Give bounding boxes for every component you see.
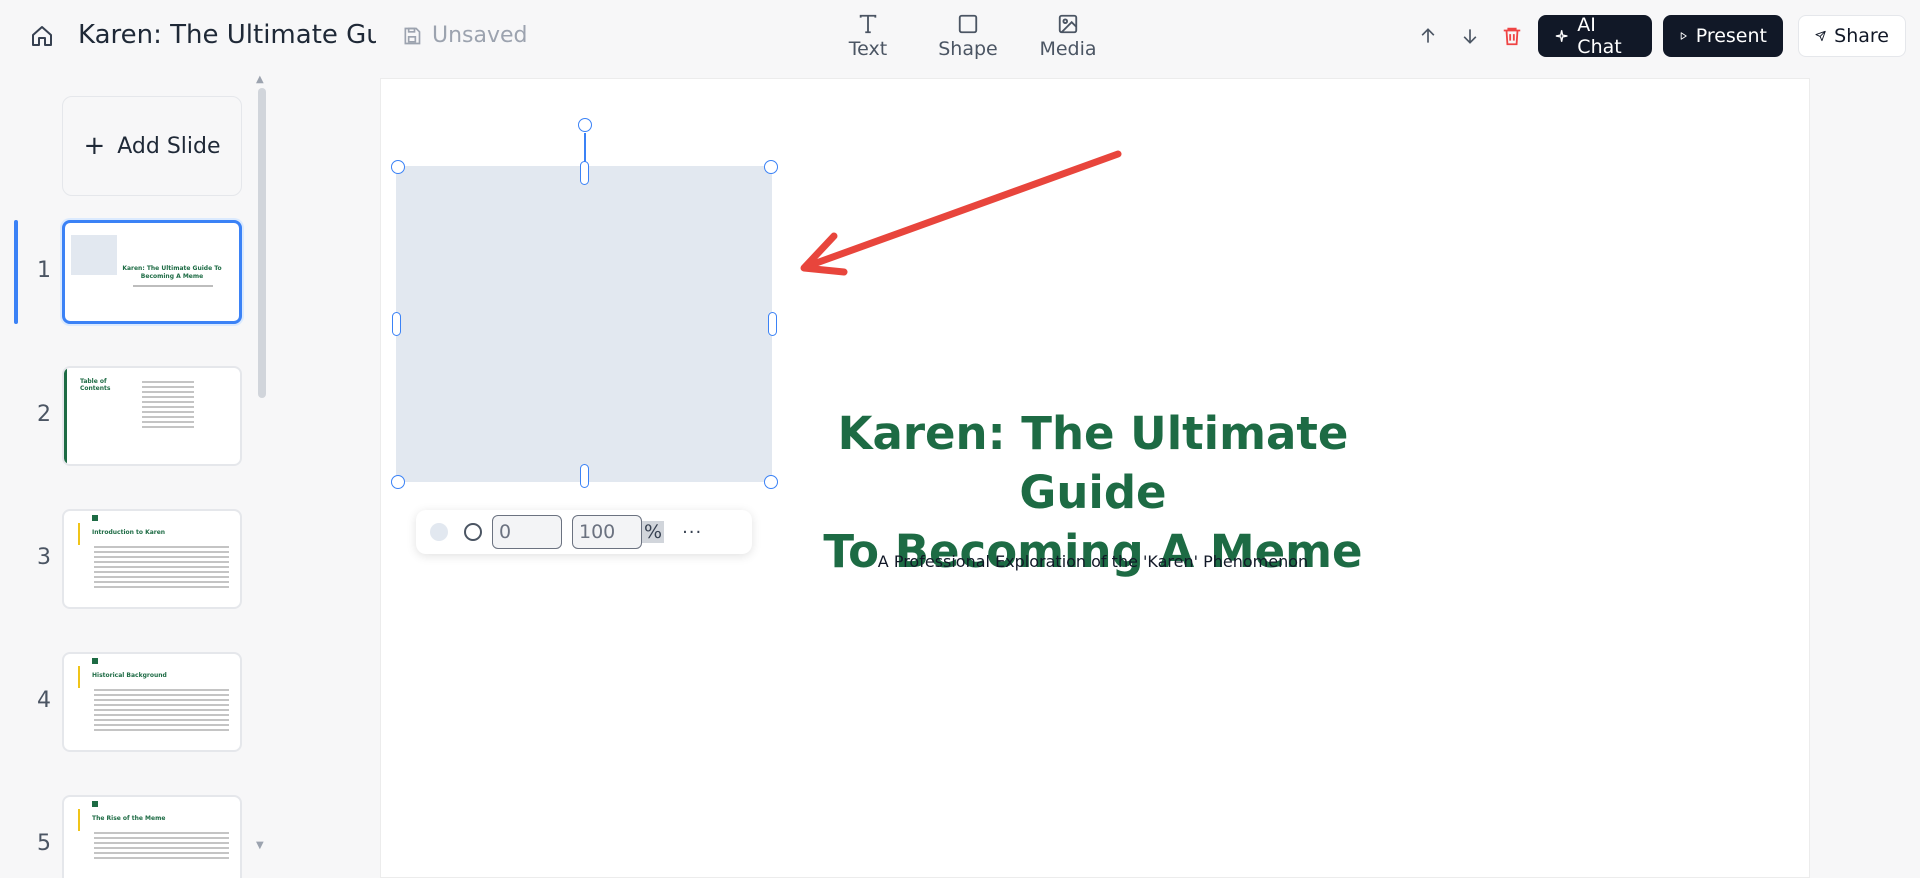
move-up-icon[interactable]	[1408, 16, 1448, 56]
slide-thumbnail-3[interactable]: Introduction to Karen	[62, 509, 242, 609]
selected-rectangle-shape[interactable]	[396, 166, 772, 482]
text-tool-button[interactable]: Text	[818, 10, 918, 66]
thumb-badge	[92, 515, 98, 521]
thumb-subtitle-line	[133, 285, 213, 287]
slide-sidebar: + Add Slide ▼ ▲ 1 Karen: The Ultimate Gu…	[0, 72, 270, 878]
plus-icon: +	[83, 131, 106, 161]
thumb-title: Karen: The Ultimate Guide To Becoming A …	[122, 265, 222, 280]
home-icon[interactable]	[28, 22, 56, 50]
thumb-accent	[78, 809, 80, 831]
scroll-down-icon[interactable]: ▼	[256, 840, 264, 851]
square-icon	[958, 14, 978, 34]
delete-icon[interactable]	[1492, 16, 1532, 56]
active-slide-indicator	[14, 220, 18, 324]
thumb-accent-bar	[64, 368, 67, 464]
thumb-body-lines	[94, 686, 229, 731]
slide-number: 1	[37, 258, 51, 283]
send-icon	[1815, 30, 1826, 42]
resize-handle-bottom-right[interactable]	[764, 475, 778, 489]
sidebar-scrollbar[interactable]	[258, 88, 266, 398]
slide-thumbnail-2[interactable]: Table of Contents	[62, 366, 242, 466]
ai-chat-button[interactable]: AI Chat	[1538, 14, 1652, 58]
add-slide-button[interactable]: + Add Slide	[62, 96, 242, 196]
play-icon	[1680, 32, 1687, 40]
thumb-accent	[78, 523, 80, 545]
shape-tool-button[interactable]: Shape	[918, 10, 1018, 66]
resize-handle-bottom[interactable]	[580, 464, 589, 488]
thumb-title: The Rise of the Meme	[92, 815, 166, 822]
annotation-arrow	[800, 150, 1122, 276]
more-options-icon[interactable]: ···	[682, 522, 702, 543]
add-slide-label: Add Slide	[117, 133, 221, 159]
top-bar: Karen: The Ultimate Guide T Unsaved Text…	[0, 0, 1920, 72]
border-color-button[interactable]	[464, 523, 482, 541]
resize-handle-top-left[interactable]	[391, 160, 405, 174]
resize-handle-bottom-left[interactable]	[391, 475, 405, 489]
thumb-body-lines	[94, 829, 229, 859]
scroll-up-icon[interactable]: ▲	[256, 74, 264, 85]
move-down-icon[interactable]	[1450, 16, 1490, 56]
thumb-accent	[78, 666, 80, 688]
insert-toolbar: Text Shape Media	[818, 10, 1118, 66]
opacity-unit: %	[642, 521, 665, 543]
thumb-title: Historical Background	[92, 672, 167, 679]
text-icon	[859, 14, 877, 34]
slide-title-line-1: Karen: The Ultimate Guide	[837, 407, 1349, 519]
resize-handle-top-right[interactable]	[764, 160, 778, 174]
slide-number: 2	[37, 402, 51, 427]
fill-color-button[interactable]	[430, 523, 448, 541]
present-button[interactable]: Present	[1663, 15, 1783, 57]
shape-tool-label: Shape	[938, 38, 998, 60]
opacity-input[interactable]	[572, 515, 642, 549]
share-button[interactable]: Share	[1798, 15, 1906, 57]
save-status-label: Unsaved	[432, 23, 528, 48]
thumb-title: Introduction to Karen	[92, 529, 166, 536]
slide-subtitle[interactable]: A Professional Exploration of the 'Karen…	[790, 552, 1396, 571]
share-label: Share	[1834, 25, 1889, 47]
slide-number: 5	[37, 831, 51, 856]
border-width-input[interactable]	[492, 515, 562, 549]
resize-handle-left[interactable]	[392, 312, 401, 336]
resize-handle-top[interactable]	[580, 161, 589, 185]
thumb-shape	[71, 235, 117, 275]
thumb-title: Table of Contents	[80, 378, 111, 392]
document-title[interactable]: Karen: The Ultimate Guide T	[78, 20, 376, 50]
sparkle-icon	[1555, 30, 1568, 42]
slide-thumbnail-5[interactable]: The Rise of the Meme	[62, 795, 242, 878]
ai-chat-label: AI Chat	[1577, 14, 1622, 58]
slide-thumbnail-1[interactable]: Karen: The Ultimate Guide To Becoming A …	[62, 220, 242, 324]
rotate-handle[interactable]	[578, 118, 592, 132]
thumb-badge	[92, 801, 98, 807]
present-label: Present	[1695, 25, 1767, 47]
slide-thumbnail-4[interactable]: Historical Background	[62, 652, 242, 752]
image-icon	[1058, 14, 1078, 34]
text-tool-label: Text	[848, 38, 888, 60]
media-tool-label: Media	[1039, 38, 1097, 60]
resize-handle-right[interactable]	[768, 312, 777, 336]
media-tool-button[interactable]: Media	[1018, 10, 1118, 66]
save-icon	[404, 27, 421, 44]
shape-format-toolbar: % ···	[416, 510, 752, 554]
thumb-toc-lines	[142, 378, 194, 428]
slide-number: 4	[37, 688, 51, 713]
save-status: Unsaved	[402, 23, 528, 48]
thumb-body-lines	[94, 543, 229, 588]
thumb-badge	[92, 658, 98, 664]
slide-number: 3	[37, 545, 51, 570]
